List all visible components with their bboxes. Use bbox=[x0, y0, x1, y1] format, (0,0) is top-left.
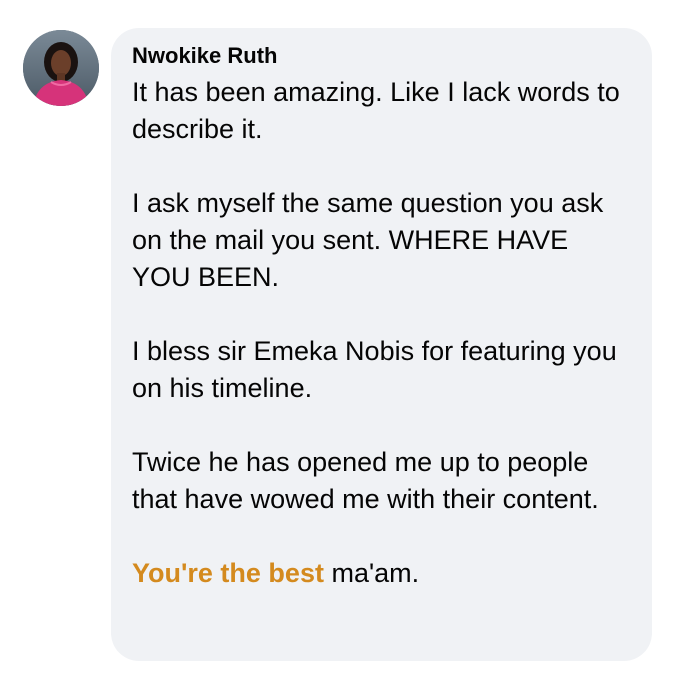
avatar-photo-icon bbox=[23, 30, 99, 106]
comment-body: It has been amazing. Like I lack words t… bbox=[132, 74, 632, 592]
comment-bubble: Nwokike Ruth It has been amazing. Like I… bbox=[111, 28, 652, 661]
comment-closing-line: You're the best ma'am. bbox=[132, 555, 632, 592]
comment-row: Nwokike Ruth It has been amazing. Like I… bbox=[0, 0, 675, 673]
avatar[interactable] bbox=[23, 30, 99, 106]
comment-author-name[interactable]: Nwokike Ruth bbox=[132, 42, 632, 70]
comment-closing-text: ma'am. bbox=[323, 558, 420, 588]
comment-paragraph: Twice he has opened me up to people that… bbox=[132, 447, 599, 514]
comment-highlight-text: You're the best bbox=[132, 558, 324, 588]
comment-paragraph: I ask myself the same question you ask o… bbox=[132, 188, 604, 292]
comment-paragraph: It has been amazing. Like I lack words t… bbox=[132, 77, 620, 144]
comment-paragraph: I bless sir Emeka Nobis for featuring yo… bbox=[132, 336, 617, 403]
